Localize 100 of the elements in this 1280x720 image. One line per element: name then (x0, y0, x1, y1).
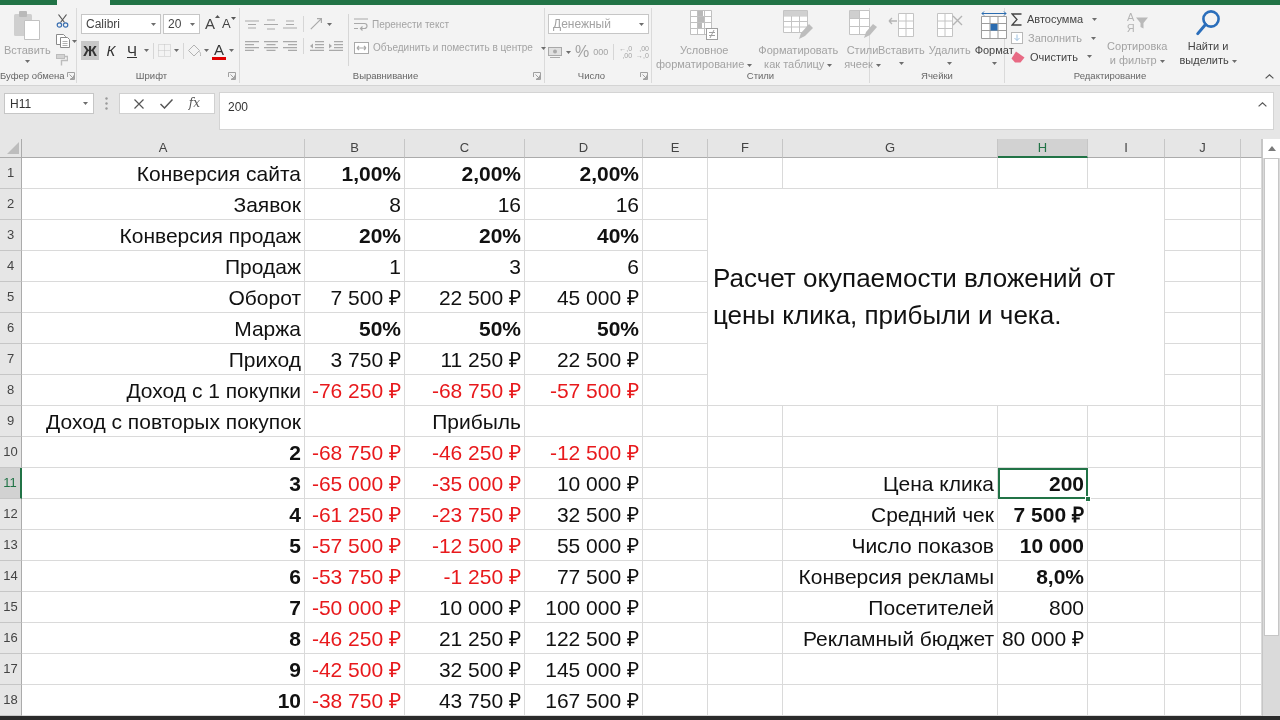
table-cell-text: 11 250 ₽ (439, 346, 522, 373)
row-header[interactable]: 16 (0, 623, 22, 654)
row-header[interactable]: 2 (0, 189, 22, 220)
table-cell-text: Конверсия продаж (118, 222, 302, 249)
group-label: Выравнивание (351, 71, 420, 81)
align-right-icon[interactable] (283, 41, 297, 51)
table-cell-text: -57 500 ₽ (310, 532, 402, 559)
table-cell-text: 22 500 ₽ (555, 346, 640, 373)
column-header[interactable]: H (998, 139, 1088, 158)
row-header[interactable]: 1 (0, 158, 22, 189)
font-style-button[interactable]: К (102, 41, 120, 60)
column-header[interactable]: I (1088, 139, 1165, 158)
table-cell-text: 32 500 ₽ (437, 656, 522, 683)
font-style-button[interactable]: Ж (81, 41, 99, 60)
table-cell-text: Продаж (224, 253, 302, 280)
column-header[interactable]: E (643, 139, 708, 158)
row-header[interactable]: 3 (0, 220, 22, 251)
table-cell-text: Маржа (233, 315, 302, 342)
table-cell-text: -46 250 ₽ (310, 625, 402, 652)
decrease-indent-icon[interactable] (310, 41, 324, 51)
group-label: Число (576, 71, 607, 81)
caret-icon (1091, 36, 1096, 40)
copy-icon[interactable] (55, 34, 70, 48)
find-select-button[interactable]: Найти и выделить (1177, 8, 1239, 69)
format-cells-icon (981, 11, 1008, 39)
scissors-icon[interactable] (55, 14, 69, 28)
font-color-button[interactable]: A (212, 41, 226, 60)
align-middle-icon[interactable] (264, 18, 278, 30)
conditional-format-icon (690, 10, 719, 40)
row-header[interactable]: 17 (0, 654, 22, 685)
row-header[interactable]: 15 (0, 592, 22, 623)
column-header[interactable]: D (525, 139, 643, 158)
font-style-button[interactable]: Ч (123, 41, 141, 60)
corner-arrow-icon[interactable] (66, 72, 75, 80)
shrink-font-button[interactable]: A (222, 16, 236, 32)
scrollbar-thumb[interactable] (1264, 158, 1279, 636)
chevron-up-icon[interactable] (1265, 74, 1274, 79)
formula-field[interactable]: 200 (219, 92, 1274, 130)
row-header[interactable]: 6 (0, 313, 22, 344)
paintbrush-icon[interactable] (55, 54, 68, 66)
column-header[interactable]: F (708, 139, 783, 158)
table-cell-text: Заявок (232, 191, 302, 218)
row-header[interactable]: 14 (0, 561, 22, 592)
row-header[interactable]: 8 (0, 375, 22, 406)
close-icon[interactable] (133, 98, 144, 109)
align-bottom-icon[interactable] (283, 19, 297, 29)
fill-handle[interactable] (1085, 496, 1091, 502)
paint-bucket-icon[interactable] (188, 44, 201, 57)
table-cell-text: -23 750 ₽ (430, 501, 522, 528)
scroll-up-button[interactable] (1263, 139, 1280, 158)
column-header[interactable]: G (783, 139, 998, 158)
table-cell-text: 45 000 ₽ (555, 284, 640, 311)
table-cell-text: 1 (388, 253, 402, 280)
check-icon[interactable] (159, 98, 173, 109)
column-header[interactable]: B (305, 139, 405, 158)
autosum-button[interactable]: Автосумма (1011, 13, 1098, 26)
caret-icon (947, 62, 953, 65)
row-header[interactable]: 5 (0, 282, 22, 313)
row-header[interactable]: 13 (0, 530, 22, 561)
column-header[interactable] (1241, 139, 1262, 158)
align-top-icon[interactable] (245, 19, 259, 29)
increase-indent-icon[interactable] (329, 41, 343, 51)
row-header[interactable]: 18 (0, 685, 22, 716)
insert-cells-icon (888, 13, 915, 37)
row-header[interactable]: 9 (0, 406, 22, 437)
corner-arrow-icon[interactable] (640, 72, 648, 80)
name-box[interactable]: H11 (4, 93, 94, 114)
corner-arrow-icon[interactable] (533, 72, 541, 80)
borders-icon[interactable] (158, 44, 171, 57)
clear-button[interactable]: Очистить (1011, 50, 1092, 64)
row-header[interactable]: 12 (0, 499, 22, 530)
table-cell-text: 1,00% (340, 160, 402, 187)
vertical-scrollbar[interactable] (1262, 139, 1280, 716)
align-left-icon[interactable] (245, 41, 259, 51)
row-header[interactable]: 7 (0, 344, 22, 375)
group-label: Редактирование (1072, 71, 1148, 81)
row-header[interactable]: 11 (0, 468, 22, 499)
insert-function-button[interactable]: fx (188, 96, 200, 111)
diagonal-arrow-icon[interactable] (310, 18, 322, 30)
table-cell-text: 32 500 ₽ (555, 501, 640, 528)
column-header[interactable]: A (22, 139, 305, 158)
row-header[interactable]: 4 (0, 251, 22, 282)
corner-arrow-icon[interactable] (228, 72, 236, 80)
font-size-field[interactable]: 20 (163, 14, 200, 34)
align-center-icon[interactable] (264, 41, 278, 51)
table-cell-text: -12 500 ₽ (548, 439, 640, 466)
banknote-icon[interactable] (548, 46, 562, 58)
column-header[interactable]: C (405, 139, 525, 158)
table-cell-text: -61 250 ₽ (310, 501, 402, 528)
column-header[interactable]: J (1165, 139, 1241, 158)
caret-up-icon (215, 15, 220, 19)
font-name-field[interactable]: Calibri (81, 14, 161, 34)
caret-icon (24, 60, 30, 63)
grow-font-button[interactable]: A (205, 15, 220, 33)
select-all-button[interactable] (0, 139, 22, 158)
table-cell-text: 10 000 ₽ (437, 594, 522, 621)
row-header[interactable]: 10 (0, 437, 22, 468)
text-box-text: Расчет окупаемости вложений от цены клика, прибыли и чека. (713, 262, 1117, 332)
caret-icon (174, 49, 179, 52)
table-cell-text: Конверсия сайта (135, 160, 302, 187)
